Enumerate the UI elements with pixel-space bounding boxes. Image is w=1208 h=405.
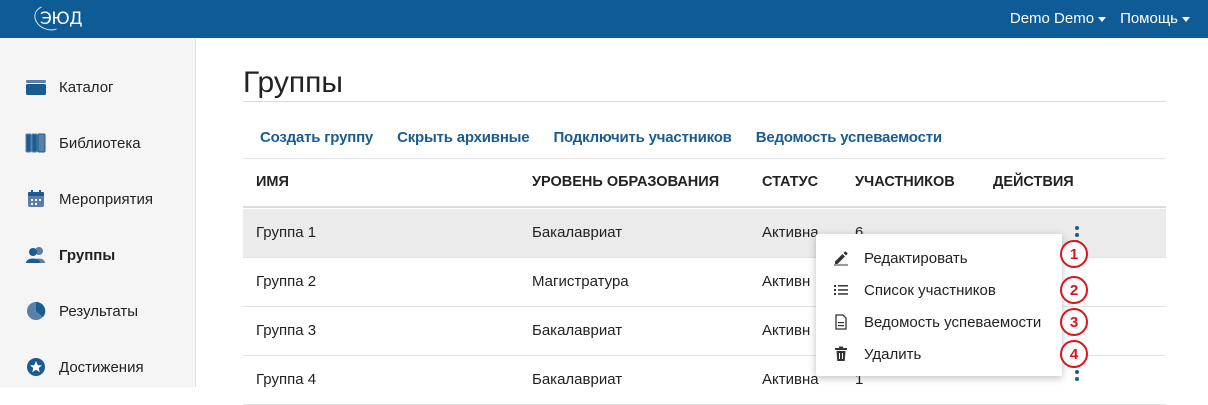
edit-icon bbox=[832, 249, 850, 267]
library-icon bbox=[25, 132, 47, 154]
sidebar-item-results[interactable]: Результаты bbox=[25, 300, 138, 322]
menu-item-label: Ведомость успеваемости bbox=[864, 313, 1042, 331]
column-header-actions: ДЕЙСТВИЯ bbox=[993, 174, 1074, 190]
menu-item-edit[interactable]: Редактировать bbox=[816, 242, 1062, 274]
sidebar-item-library[interactable]: Библиотека bbox=[25, 132, 141, 154]
catalog-icon bbox=[25, 76, 47, 98]
sidebar-item-groups[interactable]: Группы bbox=[25, 244, 115, 266]
menu-item-label: Список участников bbox=[864, 281, 996, 299]
pie-chart-icon bbox=[25, 300, 47, 322]
caret-down-icon bbox=[1182, 17, 1190, 22]
annotation-badge-2: 2 bbox=[1060, 276, 1088, 304]
cell-level: Бакалавриат bbox=[532, 322, 623, 339]
column-header-name[interactable]: ИМЯ bbox=[256, 174, 289, 190]
document-icon bbox=[832, 313, 850, 331]
title-divider bbox=[243, 101, 1166, 102]
grade-report-link[interactable]: Ведомость успеваемости bbox=[756, 129, 942, 146]
cell-level: Бакалавриат bbox=[532, 224, 623, 241]
page-title: Группы bbox=[243, 66, 343, 99]
help-menu-label: Помощь bbox=[1120, 10, 1178, 27]
sidebar-item-label: Каталог bbox=[59, 78, 114, 96]
sidebar-item-label: Группы bbox=[59, 246, 116, 264]
column-header-participants[interactable]: УЧАСТНИКОВ bbox=[855, 174, 955, 190]
cell-status: Активн bbox=[762, 273, 811, 290]
trash-icon bbox=[832, 345, 850, 363]
sidebar-item-label: Мероприятия bbox=[59, 190, 154, 208]
cell-name: Группа 3 bbox=[256, 322, 317, 339]
sidebar-item-catalog[interactable]: Каталог bbox=[25, 76, 114, 98]
sidebar-item-events[interactable]: Мероприятия bbox=[25, 188, 153, 210]
row-actions-menu: Редактировать Список участников Ведомост… bbox=[816, 234, 1062, 376]
cell-status: Активн bbox=[762, 322, 811, 339]
sidebar: Каталог Библиотека Мероприятия Группы Ре… bbox=[0, 38, 196, 387]
star-icon bbox=[25, 356, 47, 378]
menu-item-label: Удалить bbox=[864, 345, 922, 363]
column-header-status[interactable]: СТАТУС bbox=[762, 174, 818, 190]
calendar-icon bbox=[25, 188, 47, 210]
action-links: Создать группу Скрыть архивные Подключит… bbox=[260, 129, 942, 146]
top-navbar: ЭЮД Demo Demo Помощь bbox=[0, 0, 1208, 38]
cell-name: Группа 2 bbox=[256, 273, 317, 290]
add-participants-link[interactable]: Подключить участников bbox=[553, 129, 731, 146]
annotation-badge-3: 3 bbox=[1060, 308, 1088, 336]
menu-item-label: Редактировать bbox=[864, 249, 968, 267]
create-group-link[interactable]: Создать группу bbox=[260, 129, 373, 146]
column-header-level[interactable]: УРОВЕНЬ ОБРАЗОВАНИЯ bbox=[532, 174, 719, 190]
annotation-badge-1: 1 bbox=[1060, 240, 1088, 268]
logo[interactable]: ЭЮД bbox=[30, 1, 83, 35]
hide-archived-link[interactable]: Скрыть архивные bbox=[397, 129, 530, 146]
menu-item-participants-list[interactable]: Список участников bbox=[816, 274, 1062, 306]
user-menu-dropdown[interactable]: Demo Demo bbox=[1009, 10, 1107, 27]
users-icon bbox=[25, 244, 47, 266]
sidebar-item-achievements[interactable]: Достижения bbox=[25, 356, 144, 378]
table-header: ИМЯ УРОВЕНЬ ОБРАЗОВАНИЯ СТАТУС УЧАСТНИКО… bbox=[243, 159, 1166, 208]
annotation-badge-4: 4 bbox=[1060, 340, 1088, 368]
cell-level: Бакалавриат bbox=[532, 371, 623, 388]
cell-status: Активна bbox=[762, 224, 819, 241]
sidebar-item-label: Результаты bbox=[59, 302, 138, 320]
sidebar-item-label: Достижения bbox=[59, 358, 144, 376]
list-icon bbox=[832, 281, 850, 299]
logo-swoosh bbox=[30, 1, 68, 35]
menu-item-grade-report[interactable]: Ведомость успеваемости bbox=[816, 306, 1062, 338]
cell-status: Активна bbox=[762, 371, 819, 388]
cell-name: Группа 4 bbox=[256, 371, 317, 388]
menu-item-delete[interactable]: Удалить bbox=[816, 338, 1062, 370]
cell-name: Группа 1 bbox=[256, 224, 317, 241]
top-nav-menus: Demo Demo Помощь bbox=[1010, 10, 1190, 27]
caret-down-icon bbox=[1098, 17, 1107, 22]
cell-level: Магистратура bbox=[532, 273, 629, 290]
help-menu-dropdown[interactable]: Помощь bbox=[1120, 10, 1190, 27]
row-actions-kebab-icon[interactable] bbox=[1075, 370, 1079, 381]
user-menu-label: Demo Demo bbox=[1009, 10, 1095, 27]
sidebar-item-label: Библиотека bbox=[59, 134, 141, 152]
